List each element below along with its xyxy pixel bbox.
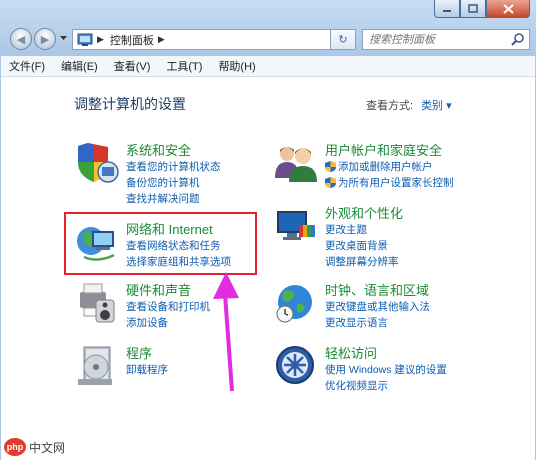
watermark-text: 中文网 — [29, 440, 66, 455]
magenta-arrow-annotation — [213, 272, 239, 392]
control-panel-window: ◀ ▶ ▶ 控制面板 ▶ ▼ ↻ 文件(F) 编辑(E) 查看(V) 工具(T)… — [0, 0, 536, 460]
watermark: php 中文网 — [4, 438, 65, 456]
php-logo: php — [4, 438, 26, 456]
